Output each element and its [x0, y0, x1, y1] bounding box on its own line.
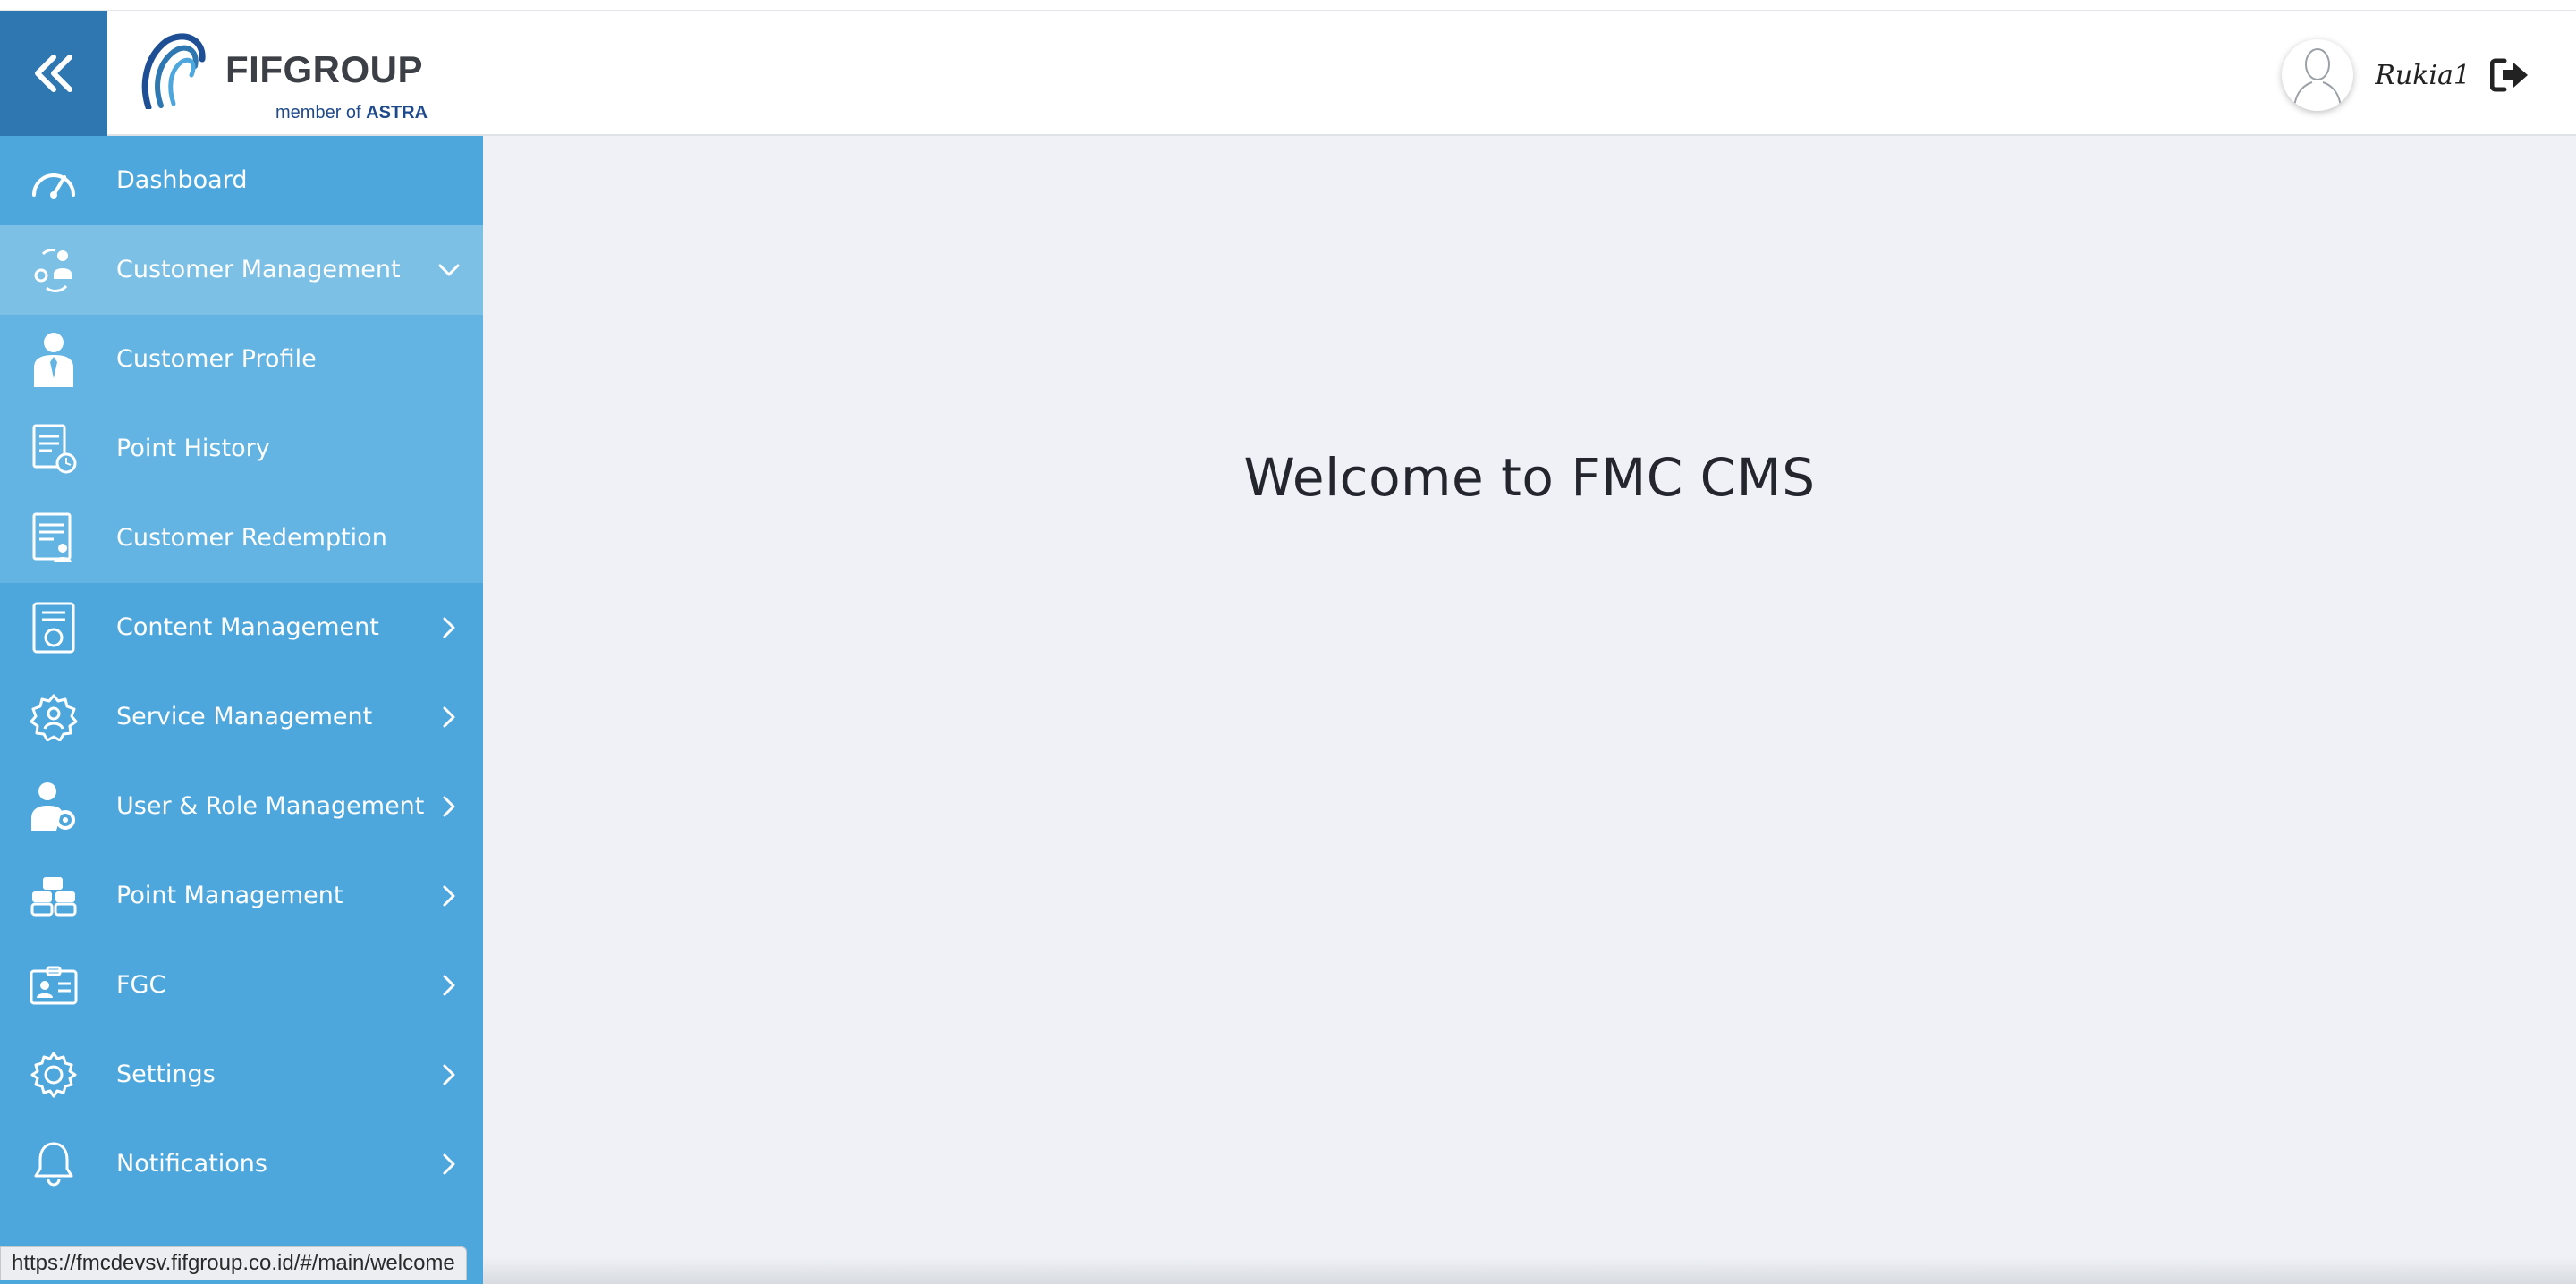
sidebar-item-dashboard[interactable]: Dashboard: [0, 136, 483, 225]
sidebar-item-label: Point History: [116, 435, 270, 462]
sidebar-item-fgc[interactable]: FGC: [0, 941, 483, 1030]
sidebar: Dashboard Customer Management Customer P…: [0, 136, 483, 1284]
double-chevron-left-icon: [35, 55, 72, 92]
gear-icon: [27, 1052, 80, 1098]
sidebar-item-label: Point Management: [116, 882, 343, 909]
service-gear-icon: [27, 694, 80, 741]
chevron-right-icon: [436, 794, 462, 819]
sidebar-item-user-role-management[interactable]: User & Role Management: [0, 762, 483, 851]
page-title: Welcome to FMC CMS: [1243, 447, 1816, 508]
chevron-right-icon: [436, 1152, 462, 1177]
chevron-down-icon: [436, 258, 462, 283]
sidebar-item-label: User & Role Management: [116, 792, 425, 820]
sidebar-item-content-management[interactable]: Content Management: [0, 583, 483, 672]
coins-stack-icon: [27, 873, 80, 919]
sidebar-item-label: Customer Management: [116, 256, 401, 283]
sidebar-item-service-management[interactable]: Service Management: [0, 672, 483, 762]
sidebar-item-settings[interactable]: Settings: [0, 1030, 483, 1119]
fifgroup-logo-mark-icon: [141, 33, 206, 109]
user-gear-icon: [27, 782, 80, 831]
collapse-sidebar-button[interactable]: [0, 11, 107, 136]
content-doc-icon: [27, 602, 80, 654]
sidebar-item-label: Notifications: [116, 1150, 267, 1178]
speedometer-icon: [27, 157, 80, 204]
chevron-right-icon: [436, 615, 462, 640]
sidebar-item-customer-management[interactable]: Customer Management: [0, 225, 483, 315]
avatar[interactable]: [2282, 39, 2354, 111]
sidebar-item-customer-profile[interactable]: Customer Profile: [0, 315, 483, 404]
user-area: Rukia1: [2282, 36, 2529, 114]
fifgroup-logo: FIFGROUP member of ASTRA: [140, 23, 444, 136]
sidebar-item-label: Service Management: [116, 703, 373, 731]
sidebar-item-label: Dashboard: [116, 166, 248, 194]
browser-top-strip: [0, 0, 2576, 11]
chevron-right-icon: [436, 973, 462, 998]
sign-out-icon: [2490, 58, 2528, 92]
chevron-right-icon: [436, 1062, 462, 1087]
status-bar-url: https://fmcdevsv.fifgroup.co.id/#/main/w…: [0, 1246, 467, 1280]
customer-group-icon: [27, 247, 80, 293]
sidebar-item-label: Customer Redemption: [116, 524, 387, 552]
sidebar-item-customer-redemption[interactable]: Customer Redemption: [0, 494, 483, 583]
document-user-icon: [27, 512, 80, 562]
sidebar-item-label: Settings: [116, 1060, 216, 1088]
user-silhouette-icon: [2293, 48, 2343, 107]
sidebar-item-label: Customer Profile: [116, 345, 317, 373]
sidebar-item-notifications[interactable]: Notifications: [0, 1119, 483, 1209]
document-clock-icon: [27, 424, 80, 474]
logo-tagline-prefix: member of: [275, 103, 361, 122]
sidebar-item-point-history[interactable]: Point History: [0, 404, 483, 494]
bell-icon: [27, 1141, 80, 1187]
sidebar-item-label: FGC: [116, 971, 166, 999]
logo-tagline: member of ASTRA: [275, 103, 428, 123]
bottom-shadow: [483, 1257, 2576, 1284]
chevron-right-icon: [436, 705, 462, 730]
app-header: FIFGROUP member of ASTRA Rukia1: [0, 11, 2576, 136]
sidebar-item-label: Content Management: [116, 613, 379, 641]
sidebar-item-point-management[interactable]: Point Management: [0, 851, 483, 941]
username: Rukia1: [2375, 59, 2470, 91]
chevron-right-icon: [436, 883, 462, 908]
person-icon: [27, 333, 80, 387]
logout-button[interactable]: [2490, 55, 2529, 95]
logo-tagline-brand: ASTRA: [366, 103, 428, 122]
logo-wordmark: FIFGROUP: [225, 48, 423, 90]
id-card-icon: [27, 962, 80, 1009]
